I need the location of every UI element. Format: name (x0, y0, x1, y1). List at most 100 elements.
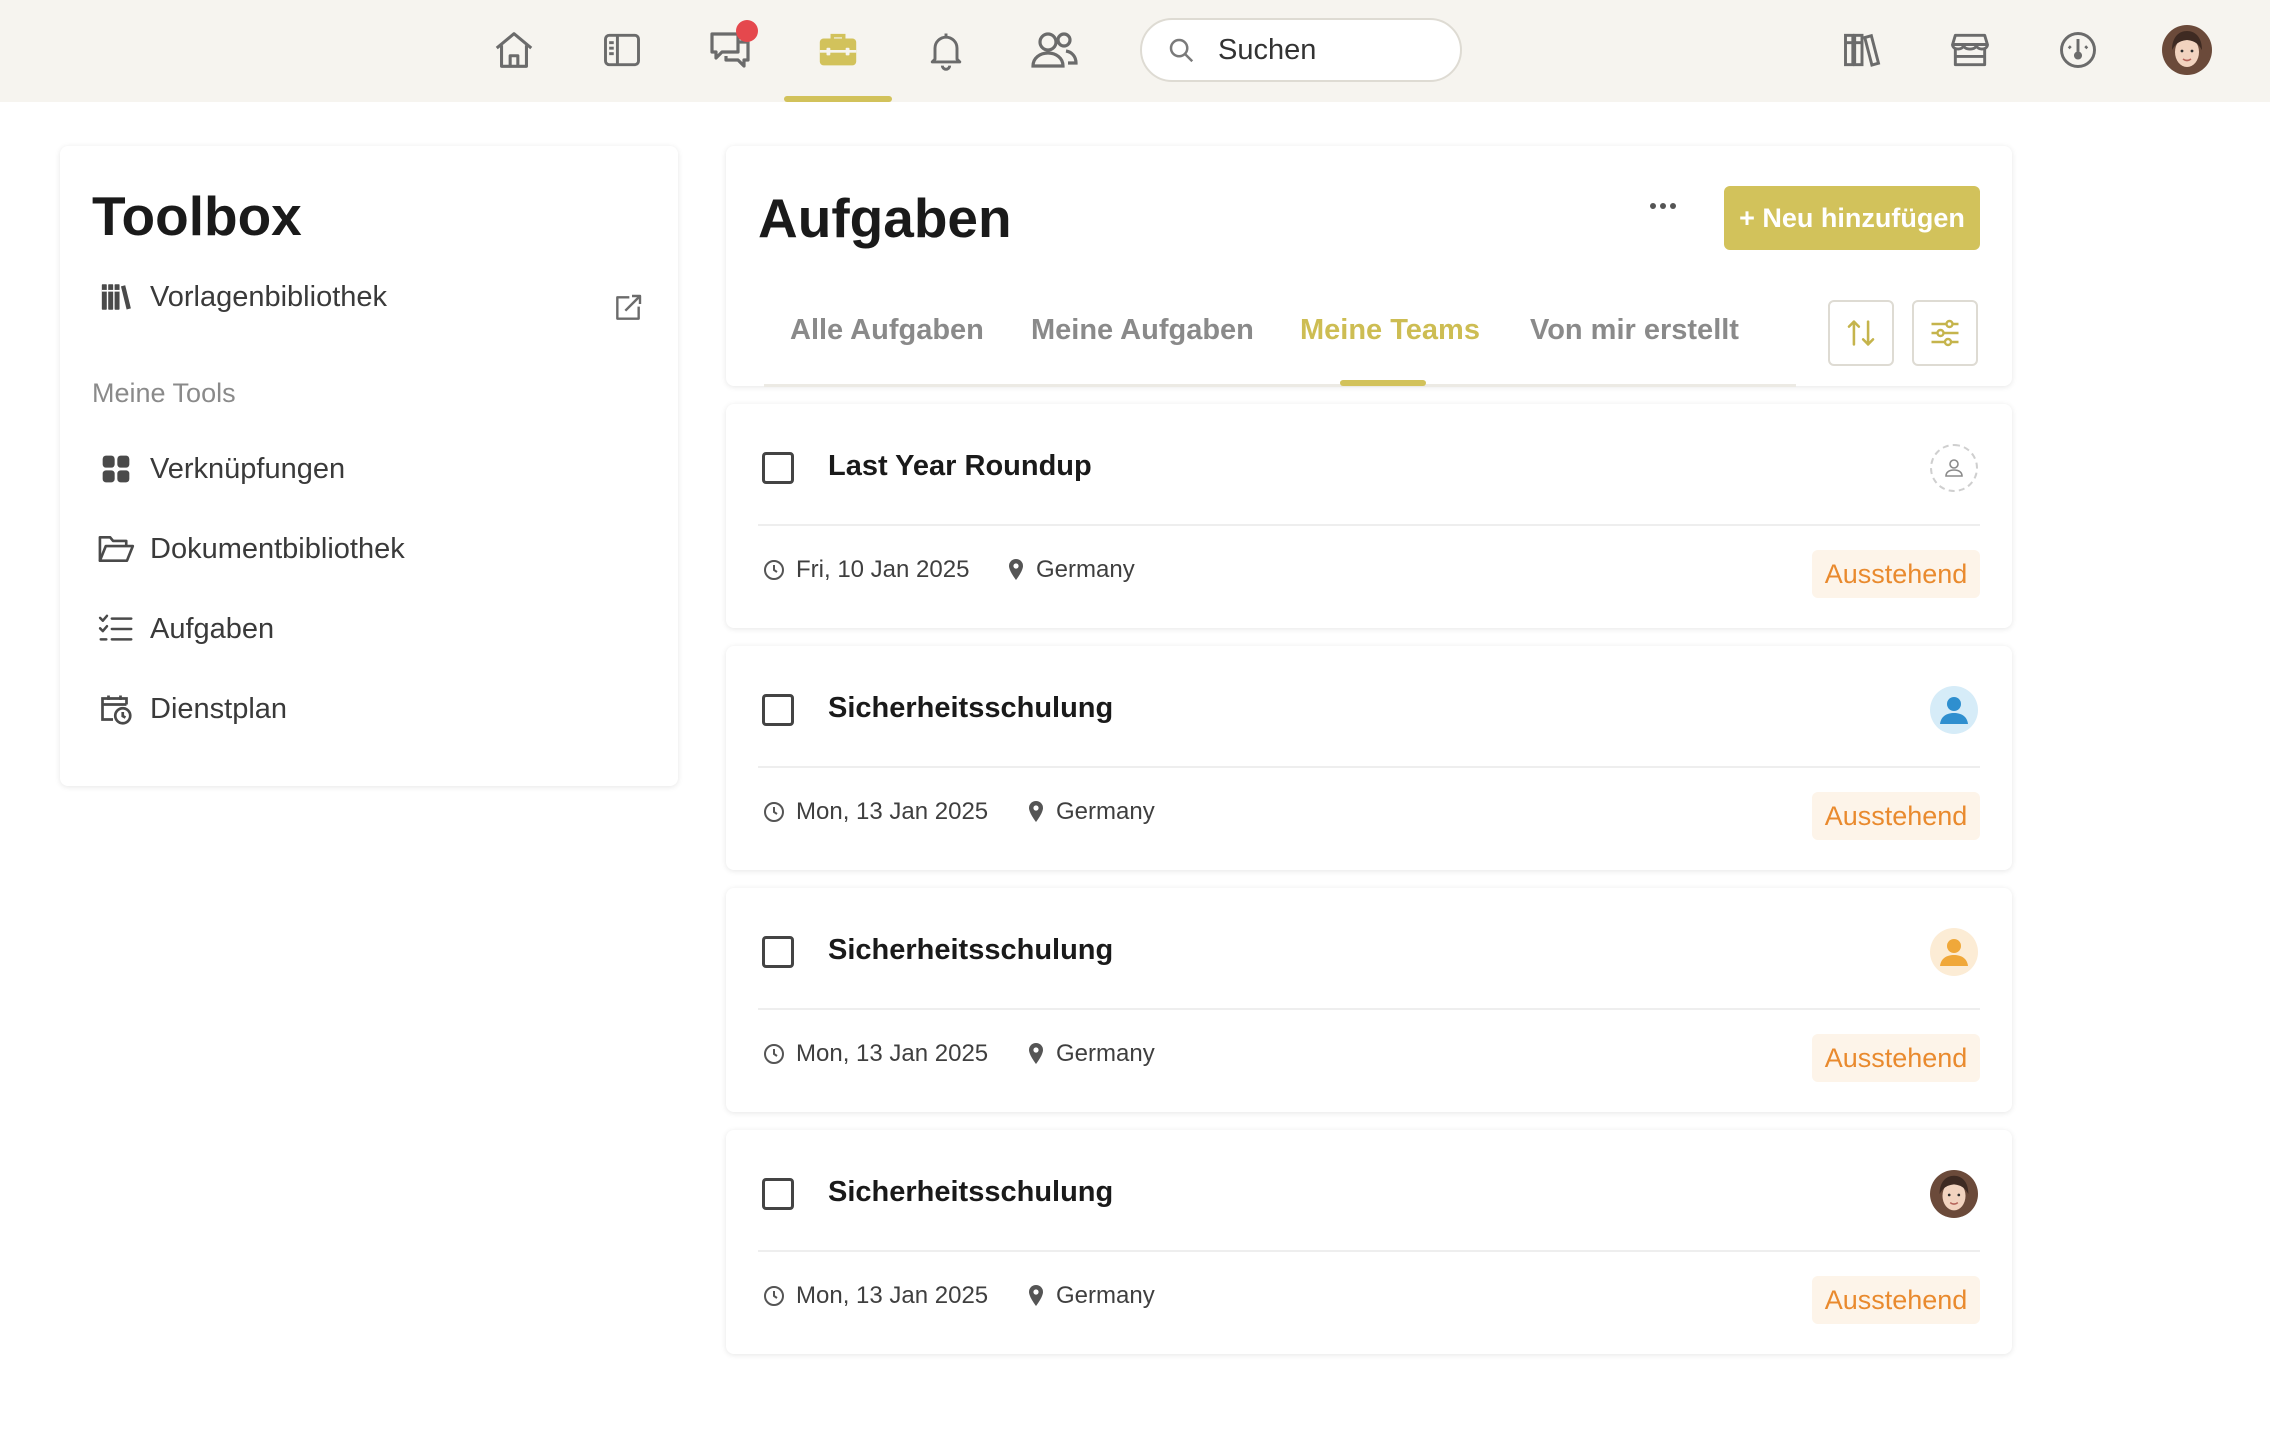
user-photo (1930, 1170, 1978, 1218)
task-location: Germany (1006, 552, 1135, 588)
grid-icon (96, 449, 136, 489)
toolbox-panel: Toolbox Vorlagenbibliothek Meine Tools V… (60, 146, 678, 786)
date-text: Fri, 10 Jan 2025 (796, 556, 970, 583)
card-divider (758, 1008, 1980, 1010)
card-divider (758, 766, 1980, 768)
users-icon[interactable] (1022, 18, 1086, 82)
card-divider (758, 1250, 1980, 1252)
date-text: Mon, 13 Jan 2025 (796, 1282, 989, 1309)
notification-badge (736, 20, 758, 42)
tab-created-by-me[interactable]: Von mir erstellt (1530, 314, 1739, 347)
active-tab-indicator (1340, 380, 1426, 386)
assignee-avatar[interactable] (1930, 686, 1978, 734)
sidebar-panel-icon[interactable] (590, 18, 654, 82)
filter-button[interactable] (1912, 300, 1978, 366)
assignee-avatar[interactable] (1930, 1170, 1978, 1218)
task-date: Fri, 10 Jan 2025 (762, 552, 969, 588)
tool-label: Aufgaben (150, 612, 275, 645)
location-text: Germany (1036, 556, 1135, 583)
active-nav-indicator (784, 96, 892, 102)
tab-my-teams[interactable]: Meine Teams (1300, 314, 1480, 347)
checklist-icon (96, 609, 136, 649)
task-card[interactable]: Last Year Roundup Fri, 10 Jan 2025 Germa… (726, 404, 2012, 628)
bell-icon[interactable] (914, 18, 978, 82)
top-navigation-bar: Suchen (0, 0, 2270, 102)
task-location: Germany (1026, 1036, 1155, 1072)
search-icon (1166, 35, 1196, 65)
date-text: Mon, 13 Jan 2025 (796, 1040, 989, 1067)
tool-document-library[interactable]: Dokumentbibliothek (96, 524, 405, 574)
location-pin-icon (1026, 800, 1046, 824)
external-link-icon[interactable] (612, 292, 644, 324)
task-date: Mon, 13 Jan 2025 (762, 794, 988, 830)
task-title: Sicherheitsschulung (828, 934, 1114, 966)
task-card[interactable]: Sicherheitsschulung Mon, 13 Jan 2025 Ger… (726, 888, 2012, 1112)
tool-duty-roster[interactable]: Dienstplan (96, 684, 287, 734)
sort-button[interactable] (1828, 300, 1894, 366)
location-text: Germany (1056, 1282, 1155, 1309)
task-checkbox[interactable] (762, 1178, 794, 1210)
template-library-label: Vorlagenbibliothek (150, 280, 388, 313)
my-tools-heading: Meine Tools (92, 378, 236, 408)
location-text: Germany (1056, 1040, 1155, 1067)
location-pin-icon (1006, 558, 1026, 582)
task-checkbox[interactable] (762, 452, 794, 484)
sliders-icon (1931, 319, 1959, 347)
task-title: Last Year Roundup (828, 450, 1092, 482)
card-divider (758, 524, 1980, 526)
date-text: Mon, 13 Jan 2025 (796, 798, 989, 825)
tasks-header: Aufgaben + Neu hinzufügen Alle Aufgaben … (726, 146, 2012, 387)
task-checkbox[interactable] (762, 694, 794, 726)
folder-open-icon (96, 529, 136, 569)
briefcase-icon[interactable] (806, 18, 870, 82)
task-date: Mon, 13 Jan 2025 (762, 1036, 988, 1072)
more-horizontal-icon (1650, 203, 1676, 209)
clock-icon (762, 1042, 786, 1066)
search-placeholder: Suchen (1218, 33, 1317, 66)
page-title: Aufgaben (758, 187, 1012, 249)
tool-shortcuts[interactable]: Verknüpfungen (96, 444, 345, 494)
assignee-placeholder[interactable] (1930, 444, 1978, 492)
status-badge: Ausstehend (1812, 792, 1980, 840)
tabs-divider (764, 384, 1796, 387)
tab-my-tasks[interactable]: Meine Aufgaben (1031, 314, 1254, 347)
template-library-link[interactable]: Vorlagenbibliothek (96, 272, 387, 322)
status-badge: Ausstehend (1812, 1034, 1980, 1082)
tool-label: Dienstplan (150, 692, 288, 725)
assignee-avatar[interactable] (1930, 928, 1978, 976)
search-input[interactable]: Suchen (1140, 18, 1462, 82)
status-badge: Ausstehend (1812, 1276, 1980, 1324)
task-card[interactable]: Sicherheitsschulung Mon, 13 Jan 2025 Ger… (726, 1130, 2012, 1354)
user-outline-icon (1945, 459, 1963, 477)
task-title: Sicherheitsschulung (828, 1176, 1114, 1208)
user-avatar-icon (1940, 939, 1968, 966)
task-checkbox[interactable] (762, 936, 794, 968)
library-icon[interactable] (1830, 18, 1894, 82)
sort-arrows-icon (1847, 320, 1875, 346)
tool-label: Dokumentbibliothek (150, 532, 405, 565)
tool-label: Verknüpfungen (150, 452, 346, 485)
toolbox-title: Toolbox (92, 185, 302, 247)
location-text: Germany (1056, 798, 1155, 825)
store-icon[interactable] (1938, 18, 2002, 82)
calendar-clock-icon (96, 689, 136, 729)
location-pin-icon (1026, 1284, 1046, 1308)
clock-icon (762, 1284, 786, 1308)
task-title: Sicherheitsschulung (828, 692, 1114, 724)
location-pin-icon (1026, 1042, 1046, 1066)
dashboard-icon[interactable] (2046, 18, 2110, 82)
user-avatar[interactable] (2162, 25, 2212, 75)
task-date: Mon, 13 Jan 2025 (762, 1278, 988, 1314)
tool-tasks[interactable]: Aufgaben (96, 604, 274, 654)
more-options-button[interactable] (1638, 186, 1688, 226)
home-icon[interactable] (482, 18, 546, 82)
chat-icon[interactable] (698, 18, 762, 82)
tab-all-tasks[interactable]: Alle Aufgaben (790, 314, 984, 347)
task-card[interactable]: Sicherheitsschulung Mon, 13 Jan 2025 Ger… (726, 646, 2012, 870)
library-icon (96, 277, 136, 317)
clock-icon (762, 800, 786, 824)
user-avatar-icon (1940, 697, 1968, 724)
add-new-button[interactable]: + Neu hinzufügen (1724, 186, 1980, 250)
task-location: Germany (1026, 1278, 1155, 1314)
status-badge: Ausstehend (1812, 550, 1980, 598)
